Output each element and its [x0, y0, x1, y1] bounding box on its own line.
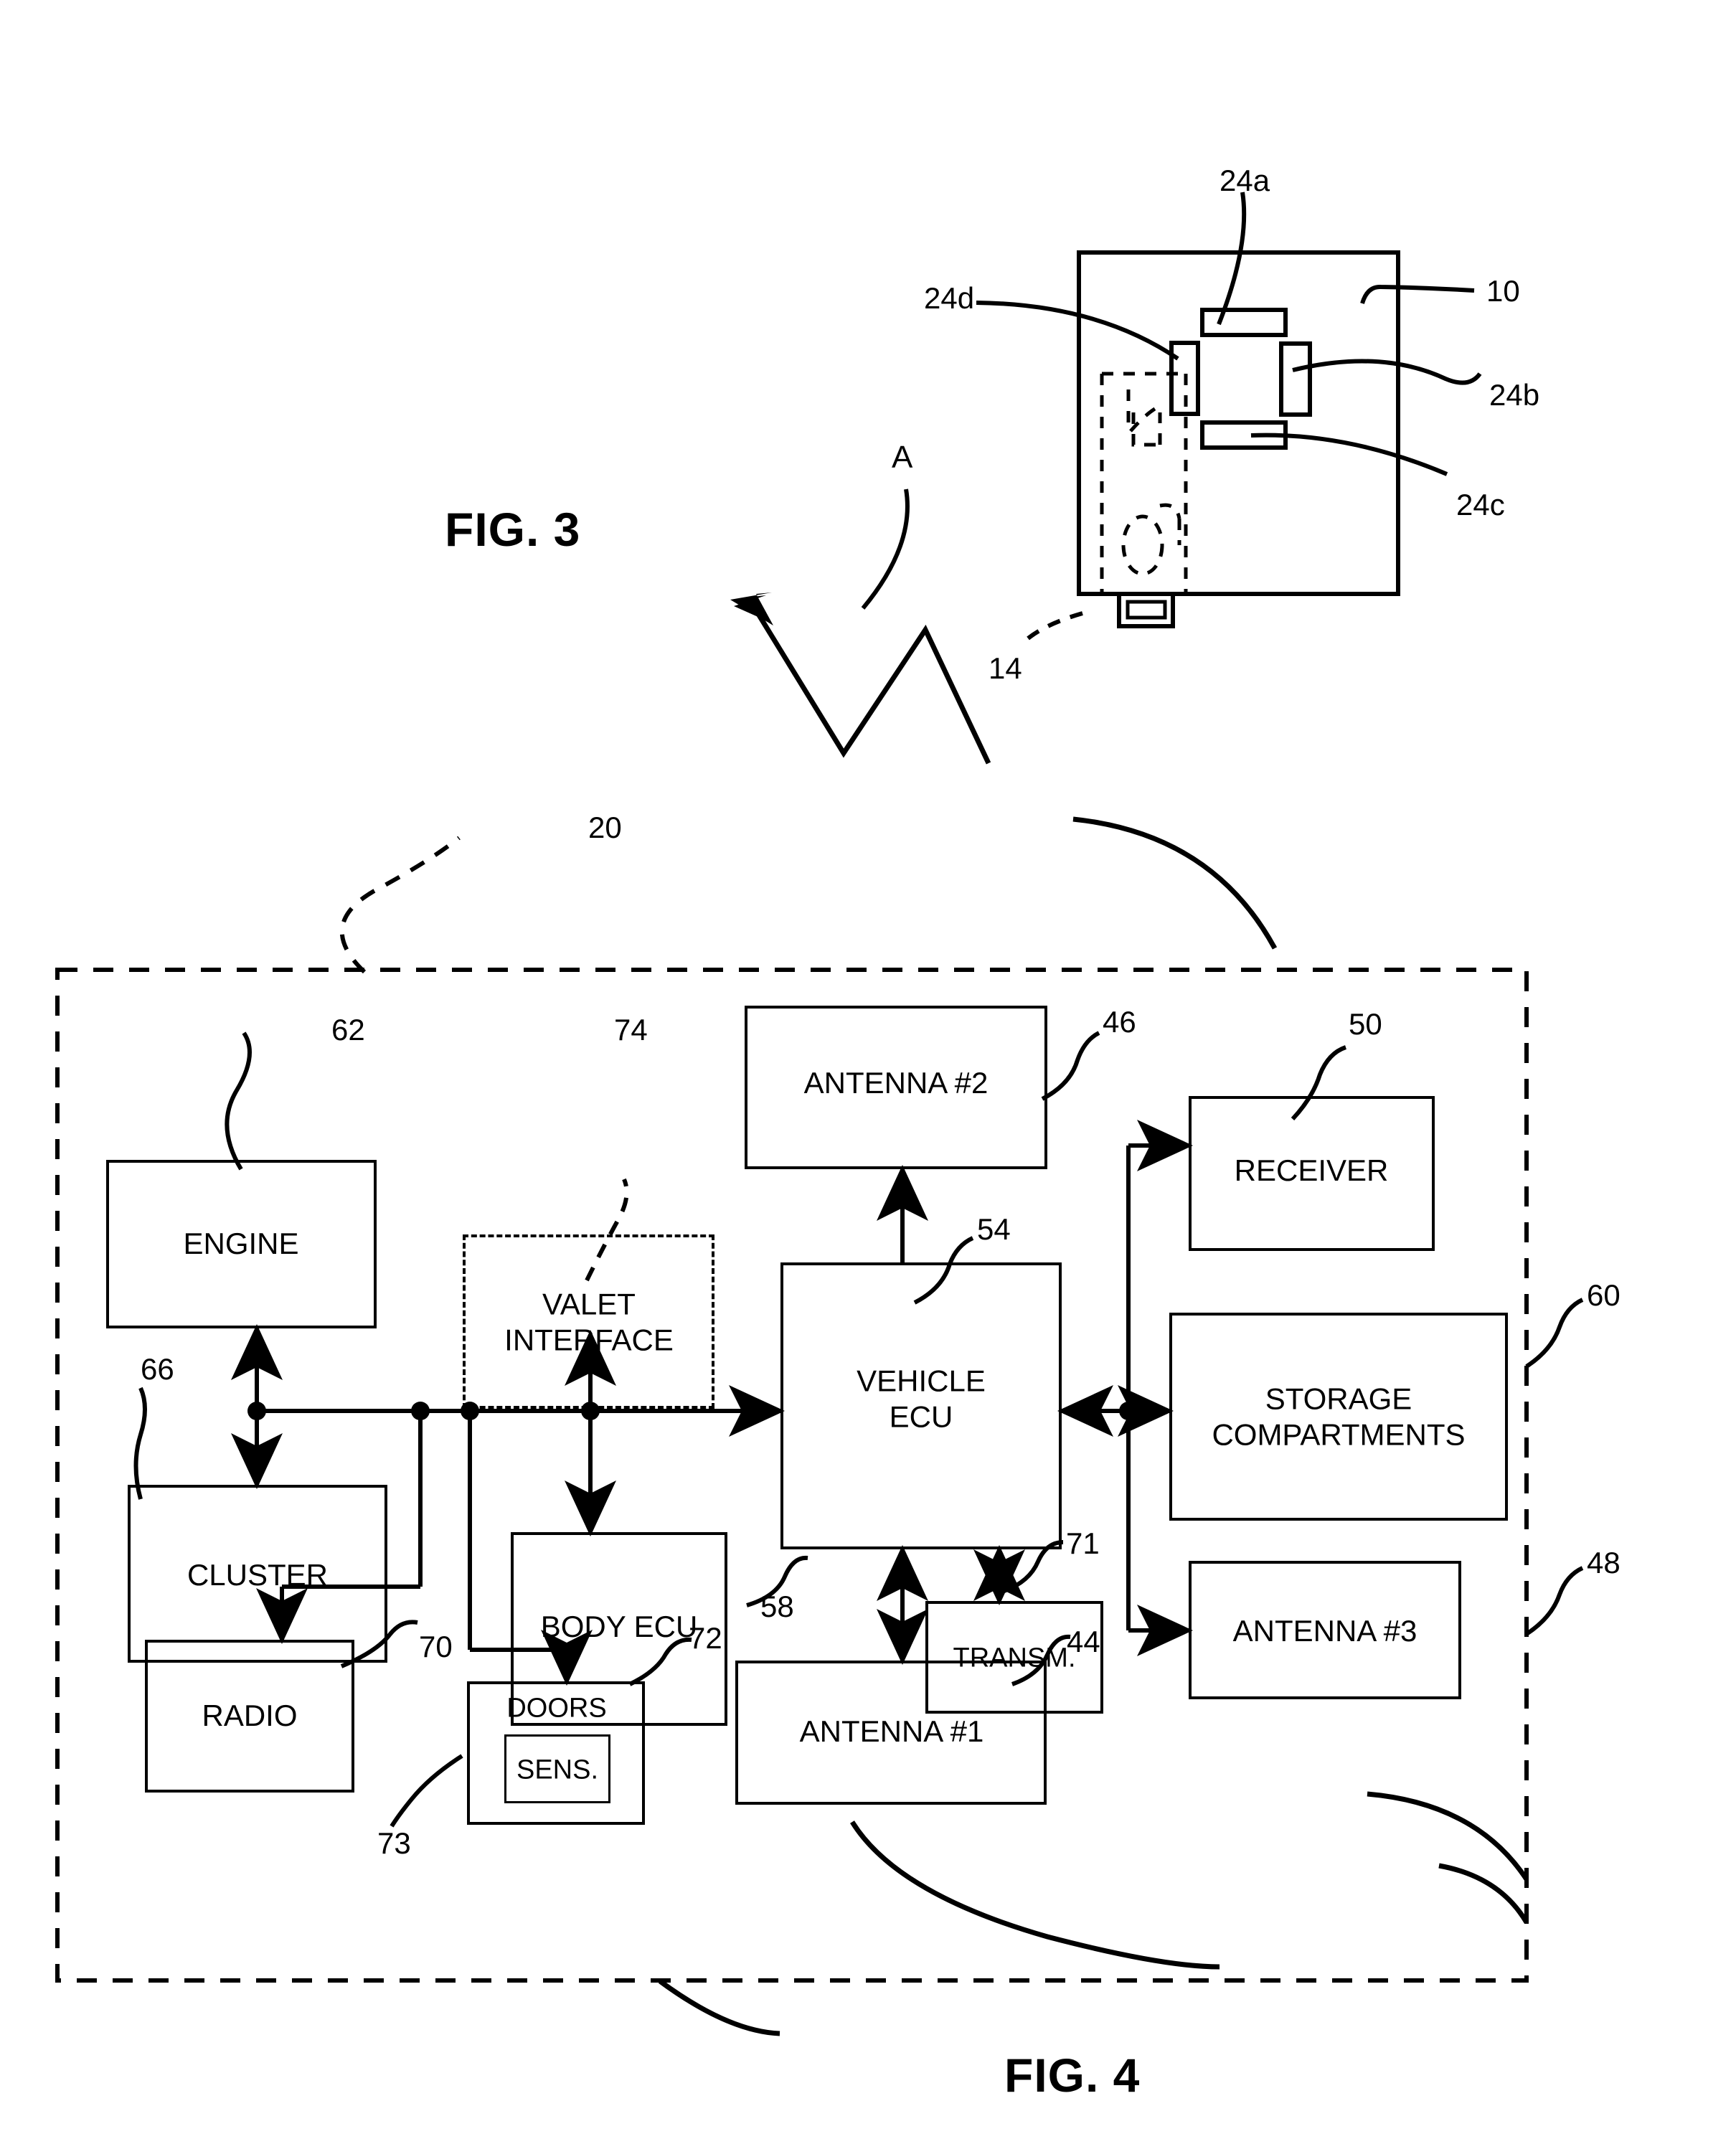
- fig4-ref-doors: 72: [689, 1621, 722, 1655]
- storage-line1: STORAGE: [1265, 1382, 1412, 1416]
- fig3-button-24a: [1200, 308, 1288, 337]
- fig3-ref-14: 14: [989, 651, 1022, 685]
- fig3-arrow-letter-a: A: [892, 440, 913, 475]
- fig4-block-vehicle-ecu-label: VEHICLE ECU: [857, 1363, 986, 1434]
- fig3-leader-24c: [1250, 433, 1448, 476]
- fig3-ref-24c: 24c: [1456, 488, 1505, 521]
- fig3-button-24b: [1279, 341, 1312, 417]
- fig4-block-cluster-label: CLUSTER: [187, 1558, 329, 1592]
- fig4-ref-receiver: 50: [1349, 1007, 1382, 1041]
- fig4-ref-engine: 62: [331, 1013, 365, 1047]
- fig4-caption: FIG. 4: [1004, 2049, 1141, 2102]
- fig3-key-nub-inner: [1126, 600, 1167, 620]
- fig4-ref-transmitter: 71: [1066, 1526, 1100, 1560]
- storage-line2: COMPARTMENTS: [1212, 1417, 1466, 1451]
- fig4-block-antenna1-label: ANTENNA #1: [799, 1714, 984, 1749]
- fig4-block-engine-label: ENGINE: [183, 1227, 299, 1261]
- fig4-block-radio-label: RADIO: [202, 1699, 298, 1733]
- fig4-block-body-ecu-label: BODY ECU: [540, 1610, 698, 1644]
- fig4-block-antenna3-label: ANTENNA #3: [1232, 1614, 1417, 1648]
- fig4-arc-top-right: [1072, 816, 1278, 950]
- fig3-ref-24d: 24d: [924, 281, 975, 315]
- fig4-ref-radio: 70: [419, 1630, 453, 1663]
- fig4-ref-vehicle-boundary: 20: [588, 811, 622, 844]
- fig3-ref-10: 10: [1486, 274, 1520, 308]
- fig3-zigzag-arrow: [748, 600, 991, 765]
- valet-line2: INTERFACE: [504, 1323, 674, 1356]
- fig4-block-storage-compartments-label: STORAGE COMPARTMENTS: [1212, 1381, 1465, 1452]
- fig4-block-receiver-label: RECEIVER: [1234, 1153, 1389, 1188]
- fig4-ref-cluster: 66: [141, 1352, 174, 1386]
- fig3-leader-A: [861, 488, 910, 610]
- fig4-ref-body-ecu: 58: [760, 1590, 794, 1623]
- fig3-leader-24a: [1217, 192, 1247, 326]
- fig4-ref-antenna2: 46: [1103, 1005, 1136, 1039]
- fig3-leader-10: [1360, 284, 1475, 304]
- fig4-block-antenna2-label: ANTENNA #2: [803, 1066, 989, 1100]
- fig3-leader-14: [1019, 611, 1083, 646]
- valet-line1: VALET: [542, 1287, 636, 1321]
- fig4-arc-bottom-mid: [850, 1820, 1220, 1970]
- fig4-block-transmitter-label: TRANSM.: [953, 1643, 1076, 1673]
- fig4-arc-bottom-left: [658, 1979, 780, 2036]
- fig4-block-doors-label: DOORS: [506, 1693, 607, 1724]
- fig3-ref-24a: 24a: [1220, 164, 1270, 197]
- fig4-ref-antenna3: 48: [1587, 1546, 1621, 1579]
- fig4-arc-right-lowest: [1438, 1863, 1529, 1924]
- fig3-arrow-head: [730, 592, 773, 625]
- fig4-ref-door-sensor: 73: [377, 1826, 411, 1860]
- fig4-block-valet-interface-label: VALET INTERFACE: [504, 1286, 674, 1357]
- fig4-leader-20: [339, 836, 461, 974]
- fig3-leader-24b: [1292, 359, 1482, 385]
- patent-drawing-sheet: FIG. 3 A 10 24a 24b 24c 24d 14 ENGINE 62…: [0, 0, 1736, 2144]
- fig3-ref-24b: 24b: [1489, 378, 1540, 412]
- fig3-caption: FIG. 3: [445, 503, 581, 556]
- ecu-line1: VEHICLE: [857, 1364, 986, 1398]
- ecu-line2: ECU: [889, 1399, 953, 1433]
- fig4-ref-valet-interface: 74: [614, 1013, 648, 1047]
- fig4-ref-vehicle-ecu: 54: [977, 1212, 1011, 1246]
- fig4-ref-storage-compartments: 60: [1587, 1278, 1621, 1312]
- fig4-block-door-sensor-label: SENS.: [516, 1755, 599, 1785]
